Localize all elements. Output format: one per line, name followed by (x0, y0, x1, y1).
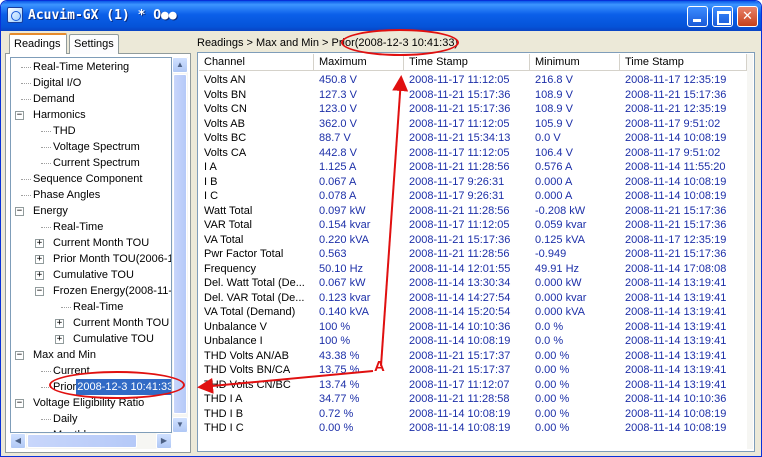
annotation-arrows (197, 75, 409, 394)
app-window: Acuvim-GX (1) * O●● ✕ Real-Time Metering… (0, 0, 762, 457)
annotation-arrow-left (197, 370, 374, 394)
tab-readings[interactable]: Readings (9, 33, 67, 54)
annotation-arrow-up (380, 75, 409, 367)
